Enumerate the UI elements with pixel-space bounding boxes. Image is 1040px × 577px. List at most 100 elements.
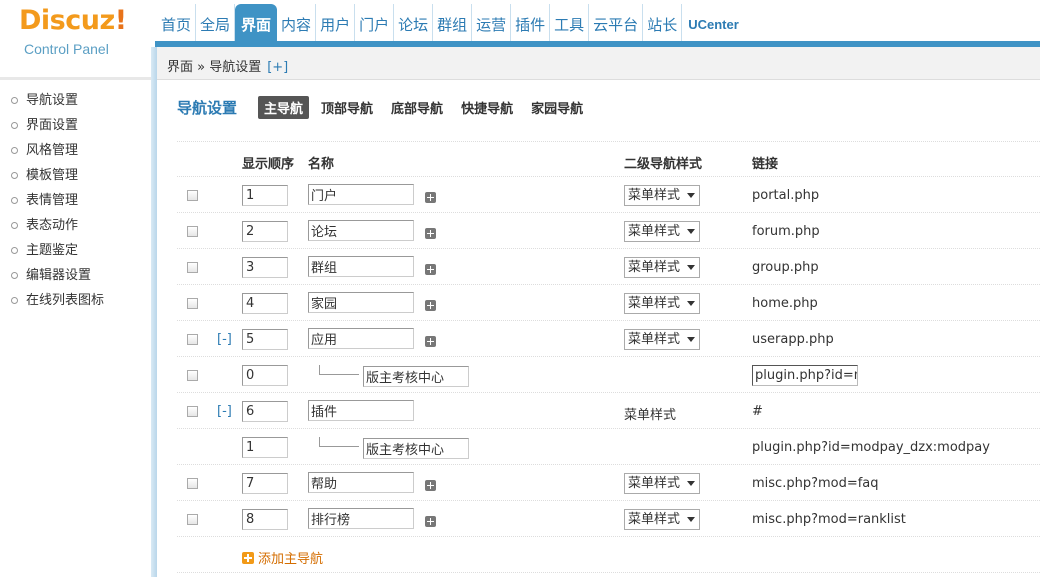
dropdown-arrow-icon [687, 265, 695, 270]
nav-plugins[interactable]: 插件 [511, 4, 551, 41]
name-input[interactable] [308, 472, 414, 493]
name-input[interactable] [363, 438, 469, 459]
sidebar-item-interface-settings[interactable]: 界面设置 [0, 113, 155, 138]
add-subnav-icon[interactable] [425, 300, 436, 311]
order-input[interactable] [242, 437, 288, 458]
style-select[interactable]: 菜单样式 [624, 329, 700, 350]
row-checkbox[interactable] [187, 262, 198, 273]
tab-top-nav[interactable]: 顶部导航 [315, 96, 379, 119]
name-input[interactable] [308, 292, 414, 313]
table-row: 菜单样式 group.php [177, 249, 1040, 285]
nav-users[interactable]: 用户 [316, 4, 356, 41]
name-input[interactable] [308, 328, 414, 349]
breadcrumb-bar: 界面 » 导航设置 [+] [157, 47, 1040, 80]
order-input[interactable] [242, 293, 288, 314]
nav-cloud[interactable]: 云平台 [589, 4, 644, 41]
row-checkbox[interactable] [187, 190, 198, 201]
dropdown-arrow-icon [687, 337, 695, 342]
link-text: misc.php?mod=faq [752, 476, 879, 491]
table-row: 菜单样式 portal.php [177, 177, 1040, 213]
add-subnav-icon[interactable] [425, 264, 436, 275]
order-input[interactable] [242, 257, 288, 278]
name-input[interactable] [308, 400, 414, 421]
nav-ucenter[interactable]: UCenter [682, 4, 743, 41]
logo-brand: Discuz! [19, 5, 127, 36]
logo: Discuz! Control Panel [0, 0, 155, 80]
nav-forum[interactable]: 论坛 [394, 4, 434, 41]
nav-operations[interactable]: 运营 [472, 4, 512, 41]
order-input[interactable] [242, 473, 288, 494]
sidebar-item-thread-stamps[interactable]: 主题鉴定 [0, 238, 155, 263]
name-input[interactable] [363, 366, 469, 387]
style-select[interactable]: 菜单样式 [624, 509, 700, 530]
style-select[interactable]: 菜单样式 [624, 185, 700, 206]
add-subnav-icon[interactable] [425, 480, 436, 491]
row-checkbox[interactable] [187, 334, 198, 345]
top-nav: 首页 全局 界面 内容 用户 门户 论坛 群组 运营 插件 工具 云平台 站长 … [157, 4, 743, 41]
nav-portal[interactable]: 门户 [355, 4, 395, 41]
link-text: userapp.php [752, 332, 834, 347]
bullet-icon [11, 197, 18, 204]
sidebar-edge [151, 47, 157, 577]
name-input[interactable] [308, 220, 414, 241]
order-input[interactable] [242, 329, 288, 350]
style-select[interactable]: 菜单样式 [624, 257, 700, 278]
row-checkbox[interactable] [187, 298, 198, 309]
add-subnav-icon[interactable] [425, 516, 436, 527]
sidebar-item-style-manage[interactable]: 风格管理 [0, 138, 155, 163]
add-main-nav-button[interactable]: 添加主导航 [242, 548, 323, 567]
sidebar-item-online-icons[interactable]: 在线列表图标 [0, 288, 155, 313]
row-checkbox[interactable] [187, 370, 198, 381]
add-subnav-icon[interactable] [425, 228, 436, 239]
nav-webmaster[interactable]: 站长 [643, 4, 683, 41]
sidebar-item-click-actions[interactable]: 表态动作 [0, 213, 155, 238]
sidebar-item-nav-settings[interactable]: 导航设置 [0, 88, 155, 113]
collapse-toggle[interactable]: [-] [217, 332, 232, 347]
link-text: misc.php?mod=ranklist [752, 512, 906, 527]
row-checkbox[interactable] [187, 478, 198, 489]
add-subnav-icon[interactable] [425, 336, 436, 347]
collapse-toggle[interactable]: [-] [217, 404, 232, 419]
sidebar-item-editor-settings[interactable]: 编辑器设置 [0, 263, 155, 288]
row-checkbox[interactable] [187, 226, 198, 237]
order-input[interactable] [242, 185, 288, 206]
row-checkbox[interactable] [187, 406, 198, 417]
nav-table: 显示顺序 名称 二级导航样式 链接 菜单样式 portal.php 菜单样式 f… [177, 141, 1040, 537]
order-input[interactable] [242, 401, 288, 422]
style-select[interactable]: 菜单样式 [624, 293, 700, 314]
page-title: 导航设置 [177, 99, 238, 117]
add-shortcut-button[interactable]: [+] [267, 60, 288, 75]
nav-tools[interactable]: 工具 [550, 4, 590, 41]
add-subnav-icon[interactable] [425, 192, 436, 203]
name-input[interactable] [308, 256, 414, 277]
tab-home-nav[interactable]: 家园导航 [525, 96, 589, 119]
sidebar-item-template-manage[interactable]: 模板管理 [0, 163, 155, 188]
nav-content[interactable]: 内容 [277, 4, 317, 41]
header-style: 二级导航样式 [624, 157, 703, 172]
link-text: # [752, 404, 763, 419]
style-text: 菜单样式 [624, 408, 677, 423]
nav-group[interactable]: 群组 [433, 4, 473, 41]
name-input[interactable] [308, 508, 414, 529]
table-row: 菜单样式 misc.php?mod=faq [177, 465, 1040, 501]
order-input[interactable] [242, 365, 288, 386]
name-input[interactable] [308, 184, 414, 205]
style-select[interactable]: 菜单样式 [624, 221, 700, 242]
order-input[interactable] [242, 509, 288, 530]
order-input[interactable] [242, 221, 288, 242]
bullet-icon [11, 172, 18, 179]
link-input[interactable] [752, 365, 858, 386]
nav-interface[interactable]: 界面 [235, 4, 278, 41]
bullet-icon [11, 97, 18, 104]
sidebar-item-smiley-manage[interactable]: 表情管理 [0, 188, 155, 213]
nav-home[interactable]: 首页 [157, 4, 197, 41]
tab-main-nav[interactable]: 主导航 [258, 96, 310, 119]
header-name: 名称 [308, 157, 335, 172]
nav-global[interactable]: 全局 [196, 4, 236, 41]
row-checkbox[interactable] [187, 514, 198, 525]
style-select[interactable]: 菜单样式 [624, 473, 700, 494]
tab-quick-nav[interactable]: 快捷导航 [455, 96, 519, 119]
tab-footer-nav[interactable]: 底部导航 [385, 96, 449, 119]
logo-subtitle: Control Panel [24, 41, 109, 57]
table-row: [-] 菜单样式 userapp.php [177, 321, 1040, 357]
